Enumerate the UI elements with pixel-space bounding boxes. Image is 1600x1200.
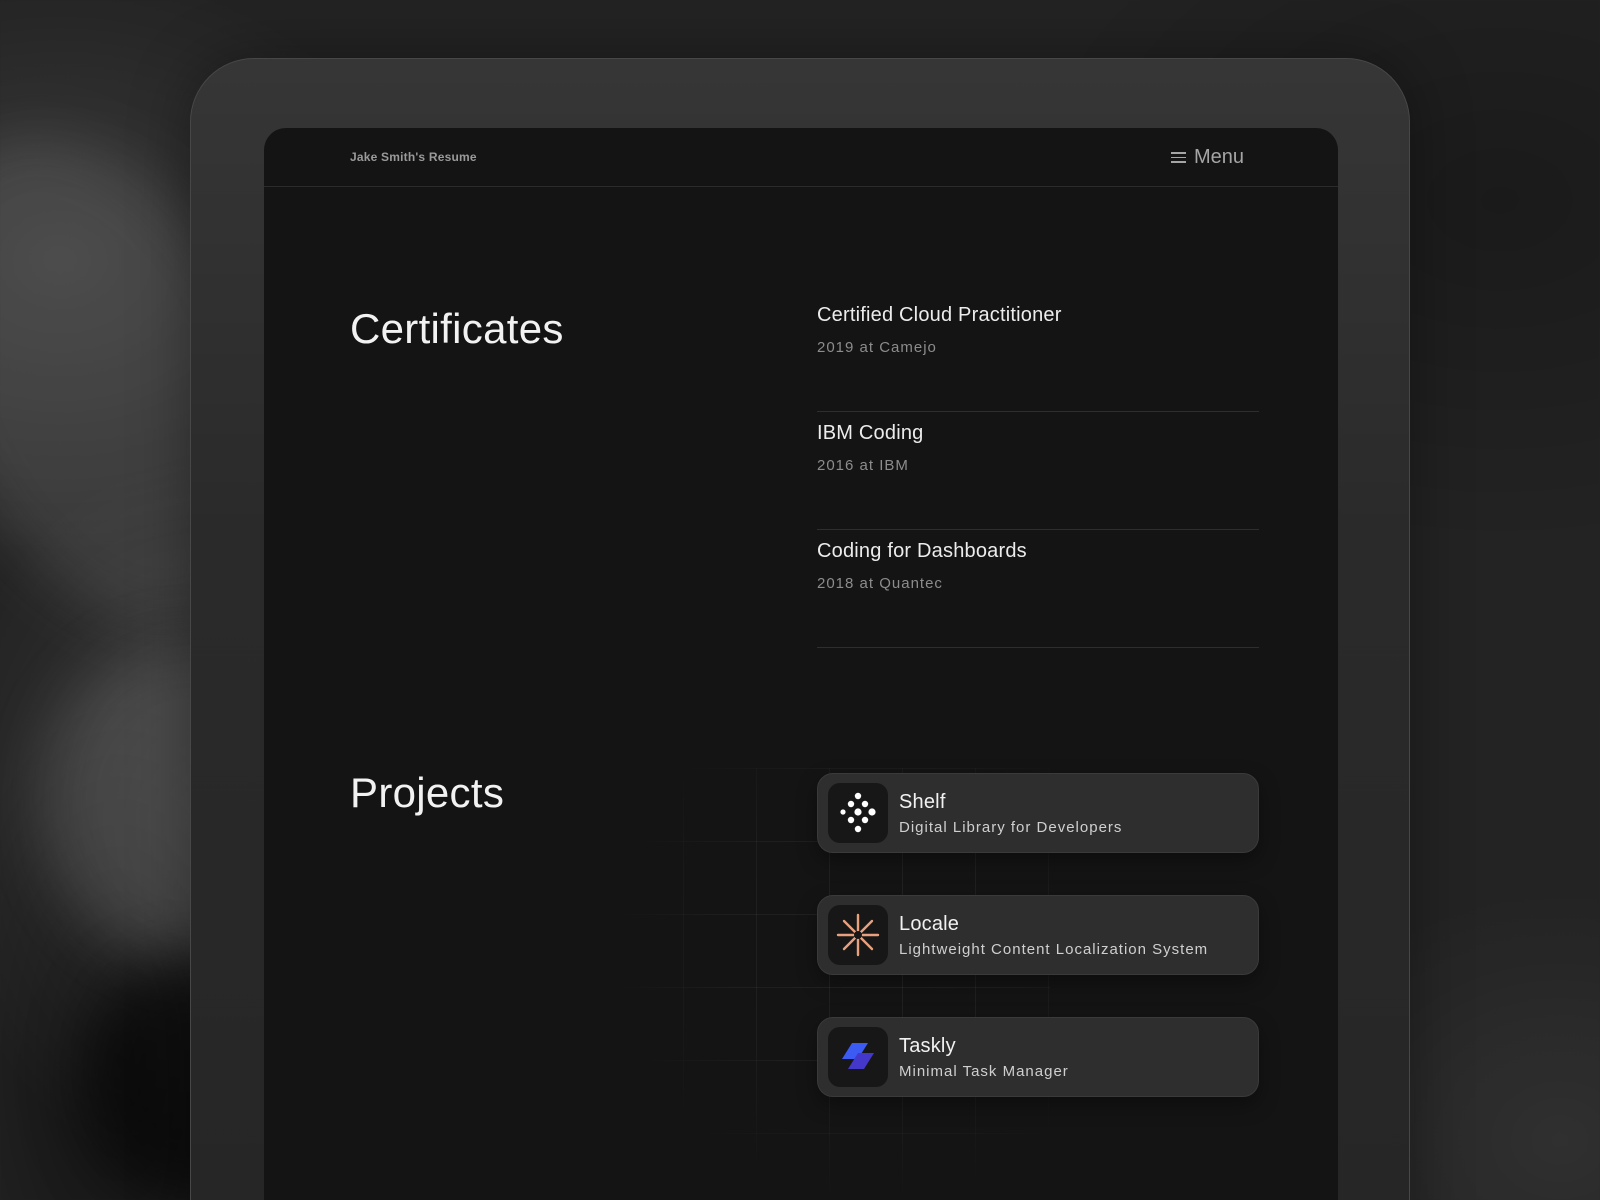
projects-heading: Projects	[350, 769, 505, 816]
certificate-name: IBM Coding	[817, 422, 924, 444]
taskly-layers-icon	[828, 1027, 888, 1087]
shelf-dots-icon	[828, 783, 888, 843]
site-brand[interactable]: Jake Smith's Resume	[350, 150, 477, 164]
certificate-list: Certified Cloud Practitioner 2019 at Cam…	[817, 294, 1259, 648]
project-name: Shelf	[899, 790, 946, 813]
project-name: Taskly	[899, 1034, 956, 1057]
device-screen: Jake Smith's Resume Menu Certificates Ce…	[264, 128, 1338, 1200]
locale-asterisk-icon	[828, 905, 888, 965]
certificate-name: Coding for Dashboards	[817, 540, 1027, 562]
menu-label: Menu	[1193, 145, 1244, 168]
project-description: Digital Library for Developers	[899, 818, 1123, 836]
certificate-meta: 2016 at IBM	[817, 457, 909, 474]
project-card-shelf[interactable]: Shelf Digital Library for Developers	[817, 773, 1259, 853]
certificates-heading: Certificates	[350, 305, 564, 352]
certificate-name: Certified Cloud Practitioner	[817, 304, 1062, 326]
certificate-meta: 2018 at Quantec	[817, 575, 943, 592]
hamburger-icon	[1170, 151, 1186, 163]
project-card-taskly[interactable]: Taskly Minimal Task Manager	[817, 1017, 1259, 1097]
project-text: Shelf Digital Library for Developers	[899, 791, 1122, 836]
certificate-item: Certified Cloud Practitioner 2019 at Cam…	[817, 294, 1259, 412]
certificate-meta: 2019 at Camejo	[817, 339, 937, 356]
menu-button[interactable]: Menu	[1170, 145, 1244, 169]
project-text: Taskly Minimal Task Manager	[899, 1035, 1069, 1080]
device-frame: Jake Smith's Resume Menu Certificates Ce…	[190, 58, 1410, 1200]
certificate-item: IBM Coding 2016 at IBM	[817, 412, 1259, 530]
project-description: Minimal Task Manager	[899, 1062, 1069, 1080]
certificate-item: Coding for Dashboards 2018 at Quantec	[817, 530, 1259, 648]
project-text: Locale Lightweight Content Localization …	[899, 913, 1208, 958]
project-description: Lightweight Content Localization System	[899, 940, 1209, 958]
project-name: Locale	[899, 912, 960, 935]
top-navigation-bar: Jake Smith's Resume Menu	[264, 128, 1338, 187]
project-list: Shelf Digital Library for Developers Loc…	[817, 773, 1259, 1139]
project-card-locale[interactable]: Locale Lightweight Content Localization …	[817, 895, 1259, 975]
